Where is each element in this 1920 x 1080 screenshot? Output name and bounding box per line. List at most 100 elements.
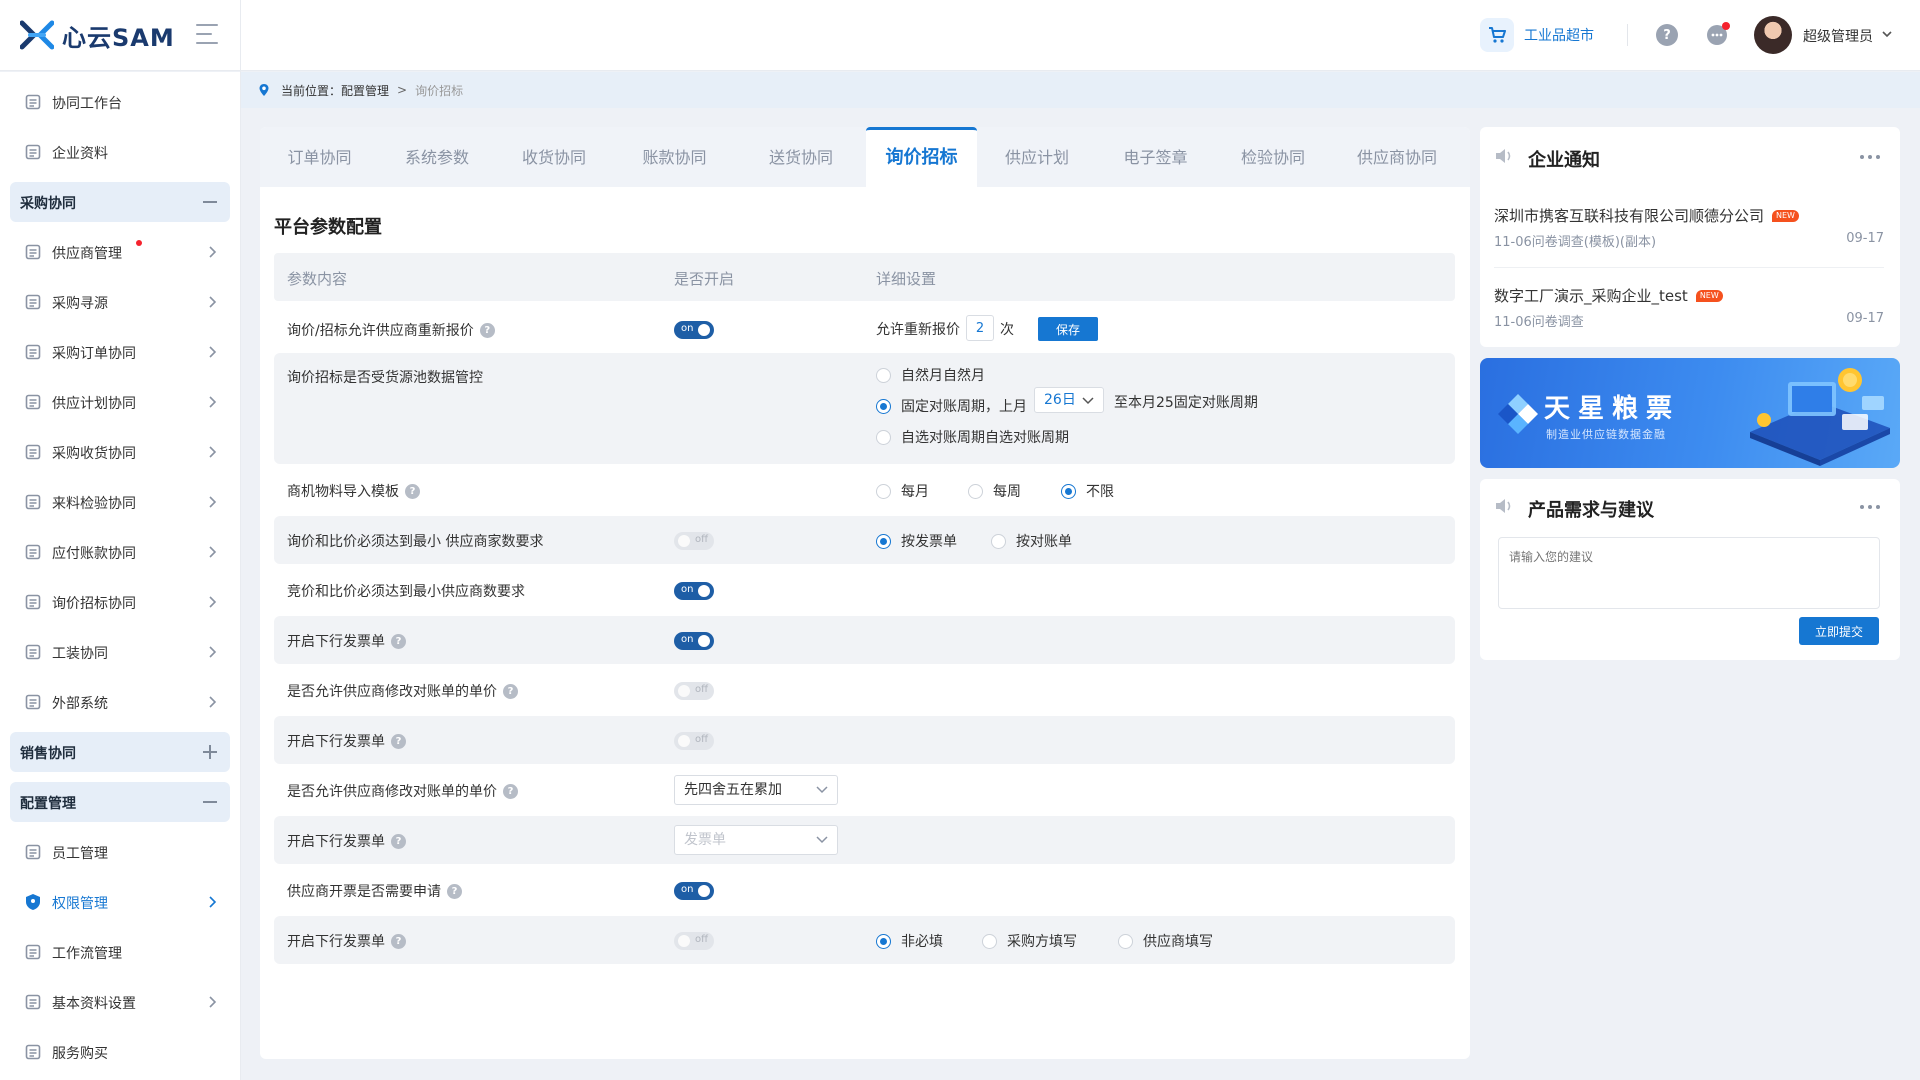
radio-option[interactable]: 自然月自然月 <box>876 365 985 385</box>
radio-option[interactable]: 按发票单 <box>876 531 957 551</box>
toggle-switch[interactable]: on <box>674 582 714 600</box>
collapse-minus-icon[interactable] <box>202 194 218 210</box>
param-label-text: 开启下行发票单 <box>287 834 385 850</box>
radio-option[interactable]: 不限 <box>1061 481 1114 501</box>
help-icon[interactable]: ? <box>405 483 420 499</box>
radio-option[interactable]: 非必填 <box>876 931 943 951</box>
notice-title: 企业通知 <box>1528 150 1600 171</box>
help-icon[interactable]: ? <box>1656 24 1678 46</box>
sidebar-item[interactable]: 应付账款协同 <box>10 532 230 572</box>
tab-item[interactable]: 供应计划 <box>977 127 1097 187</box>
notice-item[interactable]: 深圳市携客互联科技有限公司顺德分公司 NEW 11-06问卷调查(模板)(副本) … <box>1494 205 1884 250</box>
help-icon[interactable]: ? <box>391 733 406 749</box>
help-icon[interactable]: ? <box>503 783 518 799</box>
suggestion-input[interactable] <box>1498 537 1880 609</box>
radio-option[interactable]: 按对账单 <box>991 531 1072 551</box>
toggle-switch[interactable]: on <box>674 882 714 900</box>
chevron-down-icon[interactable] <box>1881 28 1893 40</box>
logo-text: 心云SAM <box>62 23 175 52</box>
radio-option[interactable]: 采购方填写 <box>982 931 1077 951</box>
help-icon[interactable]: ? <box>391 633 406 649</box>
column-header-detail: 详细设置 <box>876 270 937 288</box>
save-button[interactable]: 保存 <box>1038 317 1098 341</box>
industrial-mall-link[interactable]: 工业品超市 <box>1480 18 1594 52</box>
sidebar-item-label: 服务购买 <box>52 1046 108 1062</box>
sidebar-item[interactable]: 工作流管理 <box>10 932 230 972</box>
table-row: 开启下行发票单? off <box>274 716 1455 764</box>
sidebar-item[interactable]: 员工管理 <box>10 832 230 872</box>
tab-item[interactable]: 供应商协同 <box>1332 127 1462 187</box>
sidebar-group[interactable]: 采购协同 <box>10 182 230 222</box>
sidebar-item[interactable]: 协同工作台 <box>10 82 230 122</box>
radio-circle <box>876 398 891 414</box>
collapse-minus-icon[interactable] <box>202 794 218 810</box>
breadcrumb-parent[interactable]: 配置管理 <box>341 82 389 99</box>
app-logo[interactable]: 心云SAM <box>20 18 175 52</box>
expand-plus-icon[interactable] <box>202 744 218 760</box>
tab-item[interactable]: 账款协同 <box>613 127 736 187</box>
toggle-switch[interactable]: off <box>674 682 714 700</box>
toggle-switch[interactable]: off <box>674 732 714 750</box>
radio-option[interactable]: 供应商填写 <box>1118 931 1213 951</box>
sidebar-item[interactable]: 询价招标协同 <box>10 582 230 622</box>
sidebar-group[interactable]: 销售协同 <box>10 732 230 772</box>
param-label: 开启下行发票单? <box>287 931 406 951</box>
sidebar-item[interactable]: 服务购买 <box>10 1032 230 1072</box>
help-icon[interactable]: ? <box>391 833 406 849</box>
sidebar-item[interactable]: 权限管理 <box>10 882 230 922</box>
tab-item[interactable]: 电子签章 <box>1097 127 1214 187</box>
sidebar-item[interactable]: 基本资料设置 <box>10 982 230 1022</box>
sidebar-item-label: 工作流管理 <box>52 946 122 962</box>
help-icon[interactable]: ? <box>391 933 406 949</box>
sidebar-group[interactable]: 配置管理 <box>10 782 230 822</box>
sidebar-item[interactable]: 企业资料 <box>10 132 230 172</box>
param-select[interactable]: 发票单 <box>674 825 838 855</box>
chevron-right-icon <box>209 346 217 358</box>
toggle-state-text: on <box>681 323 694 334</box>
sidebar-item[interactable]: 采购寻源 <box>10 282 230 322</box>
notice-item[interactable]: 数字工厂演示_采购企业_test NEW 11-06问卷调查 09-17 <box>1494 285 1884 330</box>
menu-collapse-icon[interactable] <box>196 24 218 44</box>
radio-option[interactable]: 每月 <box>876 481 929 501</box>
radio-label: 固定对账周期，上月 <box>901 399 1027 415</box>
day-select[interactable]: 26日 <box>1034 387 1104 413</box>
radio-option[interactable]: 固定对账周期，上月 <box>876 396 1027 416</box>
radio-option[interactable]: 每周 <box>968 481 1021 501</box>
tab-item[interactable]: 送货协同 <box>736 127 866 187</box>
sidebar-item-label: 外部系统 <box>52 696 108 712</box>
tab-item[interactable]: 收货协同 <box>495 127 613 187</box>
toggle-switch[interactable]: on <box>674 321 714 339</box>
sidebar-item[interactable]: 供应计划协同 <box>10 382 230 422</box>
more-icon[interactable] <box>1860 505 1880 511</box>
sidebar-item[interactable]: 供应商管理 <box>10 232 230 272</box>
help-icon[interactable]: ? <box>479 322 495 338</box>
sidebar-item[interactable]: 采购收货协同 <box>10 432 230 472</box>
help-icon[interactable]: ? <box>503 683 518 699</box>
toggle-switch[interactable]: off <box>674 532 714 550</box>
tab-item[interactable]: 系统参数 <box>379 127 495 187</box>
tab-item[interactable]: 检验协同 <box>1214 127 1332 187</box>
promo-banner[interactable]: 天星粮票 制造业供应链数据金融 <box>1480 358 1900 468</box>
sidebar-item[interactable]: 工装协同 <box>10 632 230 672</box>
sidebar-item[interactable]: 采购订单协同 <box>10 332 230 372</box>
requote-count-input[interactable] <box>966 315 994 341</box>
param-label: 开启下行发票单? <box>287 831 406 851</box>
param-select[interactable]: 先四舍五在累加 <box>674 775 838 805</box>
toggle-switch[interactable]: off <box>674 932 714 950</box>
sidebar-item[interactable]: 外部系统 <box>10 682 230 722</box>
help-icon[interactable]: ? <box>447 883 462 899</box>
detail-suffix: 次 <box>1000 322 1014 338</box>
param-label: 开启下行发票单? <box>287 631 406 651</box>
user-name[interactable]: 超级管理员 <box>1803 26 1873 46</box>
chevron-down-icon <box>816 786 828 794</box>
tab-item[interactable]: 订单协同 <box>260 127 379 187</box>
banner-illustration-icon <box>1750 368 1890 466</box>
toggle-switch[interactable]: on <box>674 632 714 650</box>
avatar[interactable] <box>1754 16 1792 54</box>
submit-suggestion-button[interactable]: 立即提交 <box>1799 617 1879 645</box>
table-row: 竞价和比价必须达到最小供应商数要求 on <box>274 566 1455 614</box>
sidebar-item[interactable]: 来料检验协同 <box>10 482 230 522</box>
more-icon[interactable] <box>1860 155 1880 161</box>
radio-option[interactable]: 自选对账周期自选对账周期 <box>876 427 1069 447</box>
tab-item[interactable]: 询价招标 <box>866 127 977 187</box>
